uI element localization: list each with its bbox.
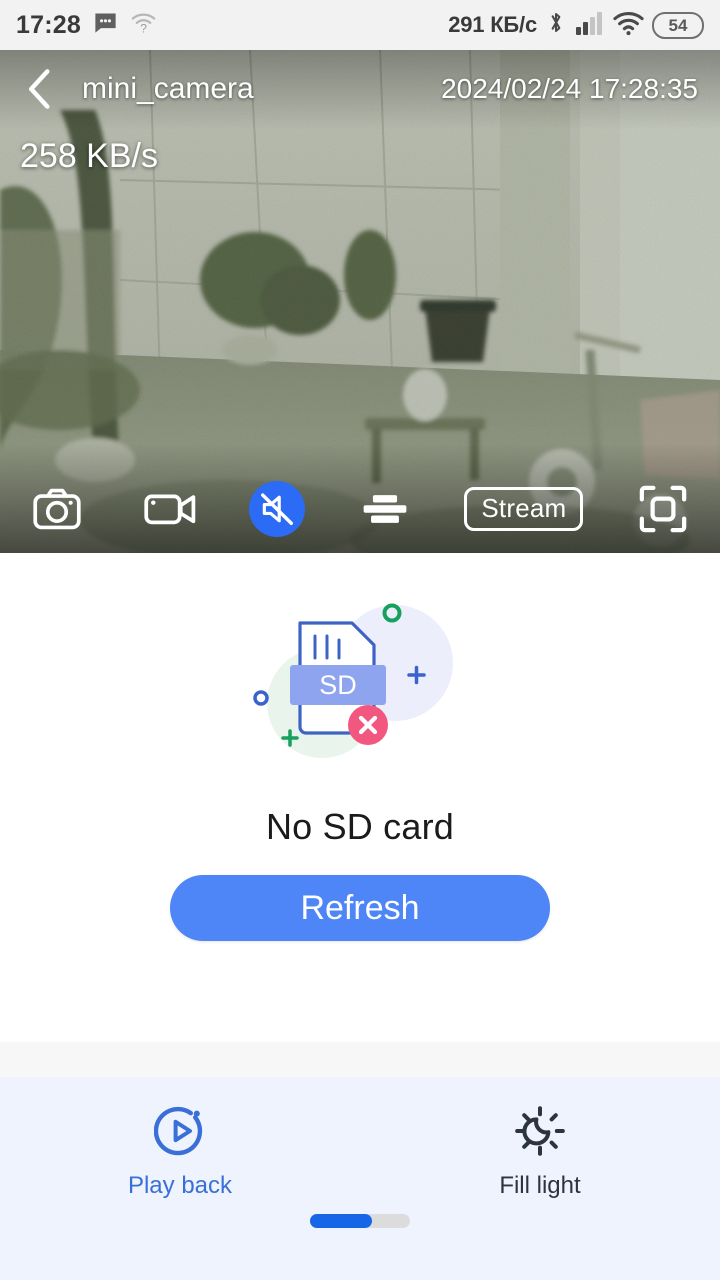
stream-label: Stream — [464, 486, 584, 532]
bars-settings-icon — [363, 495, 407, 523]
video-bitrate: 258 KB/s — [20, 137, 158, 175]
sd-card-section: SD No SD card Refresh — [0, 553, 720, 1042]
record-button[interactable] — [137, 476, 203, 542]
page-indicator-thumb — [310, 1214, 372, 1228]
action-list: Play back Fill light — [0, 1105, 720, 1200]
no-sd-card-message: No SD card — [265, 806, 455, 847]
fullscreen-icon — [639, 485, 687, 533]
snapshot-button[interactable] — [24, 476, 90, 542]
refresh-button[interactable]: Refresh — [170, 875, 550, 941]
battery-icon: 54 — [652, 11, 704, 39]
network-speed: 291 КБ/с — [448, 12, 537, 37]
page-indicator[interactable] — [310, 1214, 410, 1228]
moon-sun-icon — [514, 1105, 566, 1162]
live-video-feed[interactable]: mini_camera 2024/02/24 17:28:35 258 KB/s — [0, 50, 720, 553]
quality-button[interactable] — [352, 476, 418, 542]
app-screen: 17:28 ? 291 КБ/с 54 mini_camera 2024/02/… — [0, 0, 720, 1280]
fill-light-label: Fill light — [499, 1172, 581, 1199]
bottom-action-panel: Play back Fill light — [0, 1077, 720, 1280]
wifi-icon — [613, 10, 644, 41]
sd-card-label: SD — [319, 670, 357, 700]
back-chevron-icon[interactable] — [22, 67, 58, 111]
section-divider — [0, 1042, 720, 1077]
fullscreen-button[interactable] — [630, 476, 696, 542]
speaker-muted-icon — [261, 493, 294, 525]
camera-icon — [33, 488, 81, 530]
status-time: 17:28 — [16, 10, 81, 39]
cellular-signal-icon — [575, 10, 605, 41]
stream-button[interactable]: Stream — [464, 476, 584, 542]
camera-timestamp: 2024/02/24 17:28:35 — [441, 73, 698, 104]
battery-level: 54 — [668, 15, 688, 35]
svg-text:?: ? — [140, 22, 147, 36]
wifi-question-icon: ? — [130, 9, 157, 41]
sd-card-error-icon: SD — [253, 603, 453, 758]
playback-label: Play back — [127, 1172, 233, 1199]
mute-button[interactable] — [249, 481, 306, 537]
fill-light-action[interactable]: Fill light — [360, 1105, 720, 1200]
play-circle-icon — [153, 1105, 206, 1162]
bluetooth-icon — [545, 9, 567, 41]
status-bar: 17:28 ? 291 КБ/с 54 — [0, 0, 720, 50]
message-icon — [92, 9, 119, 41]
playback-action[interactable]: Play back — [0, 1105, 360, 1200]
video-header: mini_camera 2024/02/24 17:28:35 — [0, 58, 720, 120]
video-toolbar: Stream — [0, 473, 720, 545]
status-bar-right: 291 КБ/с 54 — [448, 9, 704, 41]
status-bar-left: 17:28 ? — [16, 9, 157, 41]
camera-name: mini_camera — [82, 72, 254, 105]
video-camera-icon — [143, 494, 195, 525]
